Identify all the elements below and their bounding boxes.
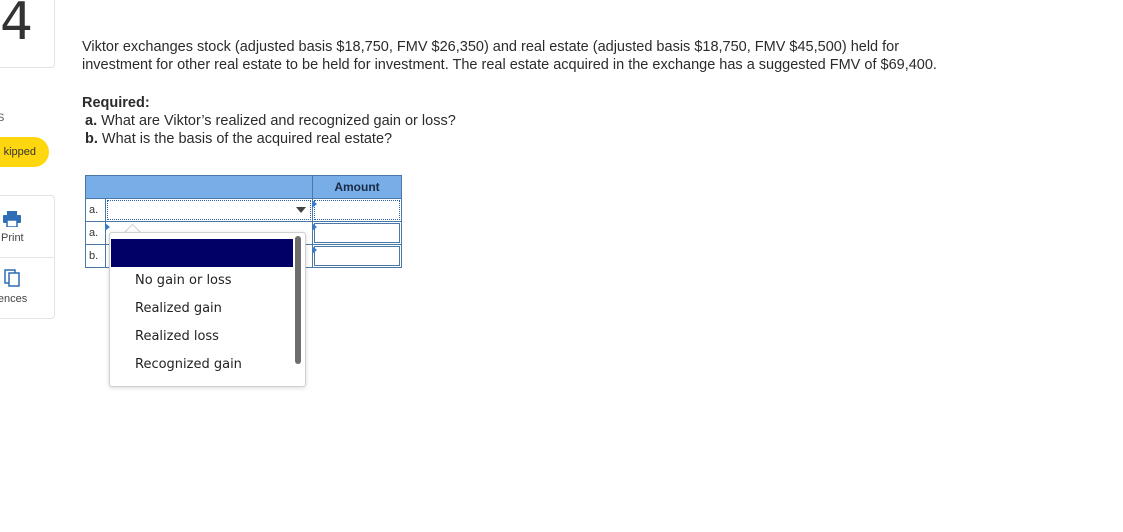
amount-input[interactable] bbox=[312, 244, 402, 268]
chevron-down-icon[interactable] bbox=[296, 207, 306, 213]
question-line-2: investment for other real estate to be h… bbox=[82, 57, 937, 73]
required-section: Required: a. What are Viktor’s realized … bbox=[82, 94, 456, 148]
part-b-text: What is the basis of the acquired real e… bbox=[97, 131, 393, 147]
amount-header: Amount bbox=[312, 175, 402, 199]
references-icon bbox=[4, 269, 20, 287]
amount-input[interactable] bbox=[312, 221, 402, 245]
amount-input-box[interactable] bbox=[314, 223, 400, 243]
points-label: S bbox=[0, 112, 5, 124]
row-dropdown[interactable] bbox=[105, 198, 313, 222]
cell-marker-icon bbox=[312, 246, 317, 254]
dropdown-highlighted-option[interactable] bbox=[111, 239, 293, 267]
print-button[interactable]: Print bbox=[0, 196, 54, 257]
question-line-1: Viktor exchanges stock (adjusted basis $… bbox=[82, 39, 900, 55]
printer-icon bbox=[3, 211, 21, 227]
required-part-a: a. What are Viktor’s realized and recogn… bbox=[82, 112, 456, 130]
part-b-letter: b. bbox=[85, 131, 98, 147]
references-label: ferences bbox=[0, 293, 28, 305]
amount-input[interactable] bbox=[312, 198, 402, 222]
dropdown-option[interactable]: Realized loss bbox=[135, 329, 219, 344]
dropdown-option[interactable]: Recognized gain bbox=[135, 357, 242, 372]
dropdown-option[interactable]: No gain or loss bbox=[135, 273, 232, 288]
dropdown-option[interactable]: Realized gain bbox=[135, 301, 222, 316]
part-a-letter: a. bbox=[85, 113, 98, 129]
tools-card: Print ferences bbox=[0, 195, 55, 319]
row-label: a. bbox=[84, 198, 107, 222]
status-badge: kipped bbox=[0, 137, 49, 167]
cell-marker-icon bbox=[105, 223, 111, 231]
dropdown-list[interactable]: No gain or loss Realized gain Realized l… bbox=[109, 232, 306, 387]
status-badge-label: kipped bbox=[3, 146, 36, 158]
row-label: b. bbox=[84, 244, 107, 268]
table-row: a. bbox=[84, 198, 402, 222]
part-a-text: What are Viktor’s realized and recognize… bbox=[97, 113, 456, 129]
required-title: Required: bbox=[82, 95, 150, 111]
required-part-b: b. What is the basis of the acquired rea… bbox=[82, 130, 456, 148]
header-blank-cell bbox=[85, 175, 313, 199]
question-number: 4 bbox=[0, 0, 33, 52]
cell-marker-icon bbox=[312, 223, 317, 231]
row-label: a. bbox=[84, 221, 107, 245]
references-button[interactable]: ferences bbox=[0, 258, 54, 318]
print-label: Print bbox=[1, 232, 24, 244]
table-header-row: Amount bbox=[85, 175, 402, 199]
cell-marker-icon bbox=[312, 200, 317, 208]
amount-input-box[interactable] bbox=[314, 200, 400, 220]
dropdown-scrollbar[interactable] bbox=[295, 236, 301, 364]
question-text: Viktor exchanges stock (adjusted basis $… bbox=[82, 38, 1042, 74]
dropdown-select-box[interactable] bbox=[107, 200, 311, 220]
amount-input-box[interactable] bbox=[314, 246, 400, 266]
